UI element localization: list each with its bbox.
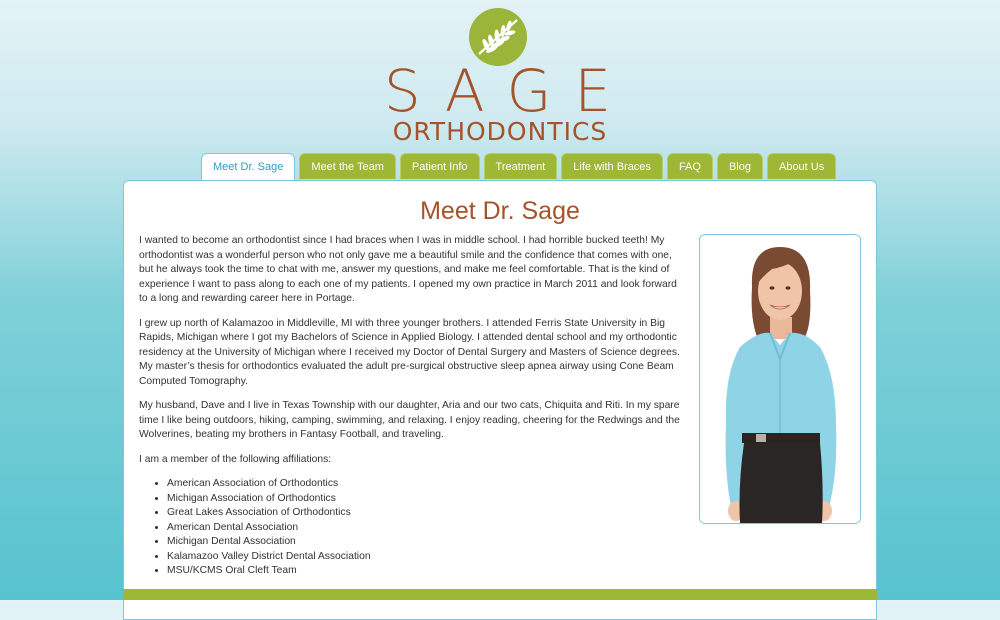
tab-blog[interactable]: Blog (716, 153, 763, 179)
doctor-photo (699, 234, 861, 524)
brand-subtitle[interactable]: ORTHODONTICS (0, 117, 1000, 147)
tab-meet-the-team[interactable]: Meet the Team (299, 153, 396, 179)
bio-paragraph: I grew up north of Kalamazoo in Middlevi… (139, 317, 680, 387)
main-nav: Meet Dr. Sage Meet the Team Patient Info… (201, 152, 837, 182)
list-item: Kalamazoo Valley District Dental Associa… (167, 550, 687, 565)
bio-paragraph: My husband, Dave and I live in Texas Tow… (139, 400, 680, 440)
tab-treatment[interactable]: Treatment (483, 153, 558, 179)
list-item: American Association of Orthodontics (167, 477, 687, 492)
affiliations-list: American Association of Orthodontics Mic… (139, 477, 687, 579)
footer-bar (123, 589, 877, 600)
brand-name[interactable]: SAGE (0, 58, 1000, 124)
list-item: American Dental Association (167, 521, 687, 536)
content-panel: Meet Dr. Sage I wanted to become an orth… (123, 180, 877, 620)
bio-paragraph: I wanted to become an orthodontist since… (139, 235, 677, 304)
tab-meet-dr-sage[interactable]: Meet Dr. Sage (201, 153, 296, 182)
list-item: Michigan Dental Association (167, 535, 687, 550)
tab-life-with-braces[interactable]: Life with Braces (561, 153, 663, 179)
tab-faq[interactable]: FAQ (666, 153, 713, 179)
tab-patient-info[interactable]: Patient Info (399, 153, 480, 179)
bio-content: I wanted to become an orthodontist since… (139, 234, 687, 579)
list-item: Great Lakes Association of Orthodontics (167, 506, 687, 521)
affiliations-intro: I am a member of the following affiliati… (139, 453, 332, 465)
tab-about-us[interactable]: About Us (766, 153, 837, 179)
list-item: Michigan Association of Orthodontics (167, 492, 687, 507)
list-item: MSU/KCMS Oral Cleft Team (167, 564, 687, 579)
page-title: Meet Dr. Sage (420, 197, 580, 225)
